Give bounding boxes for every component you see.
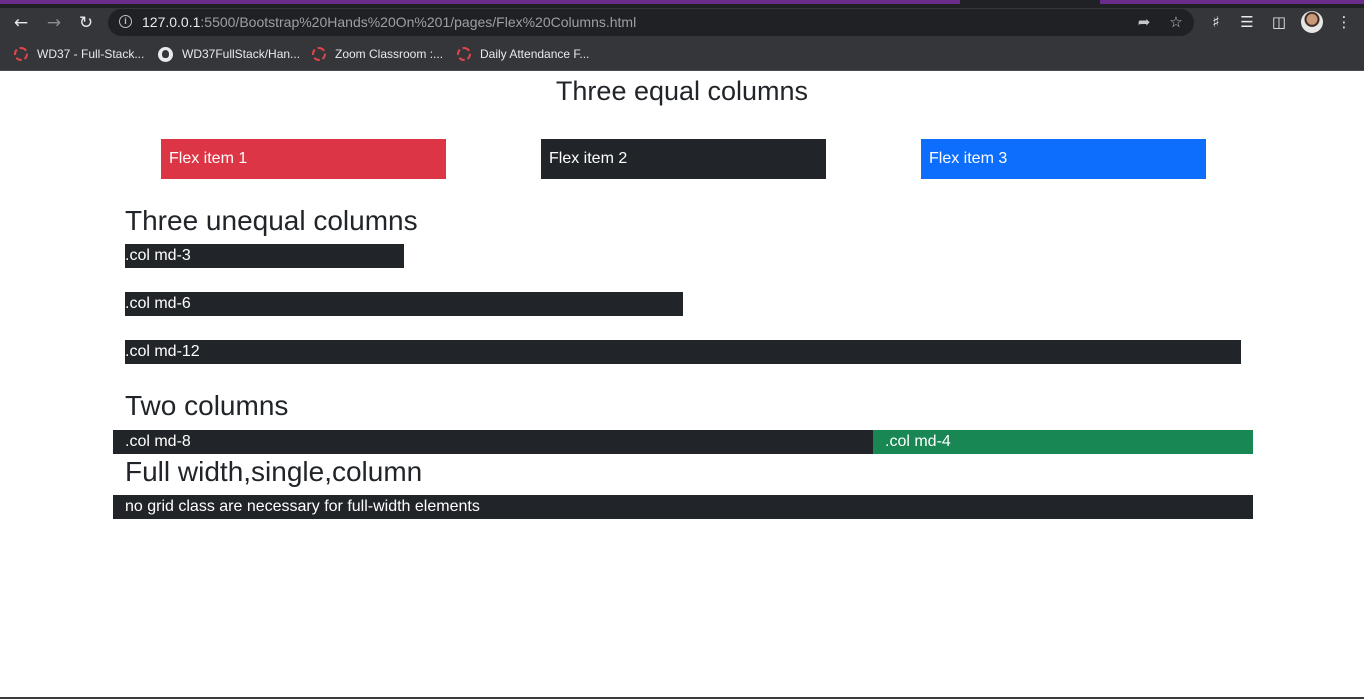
tab-strip <box>0 0 1364 8</box>
zoom-dashed-icon <box>14 47 28 61</box>
side-panel-icon[interactable]: ◫ <box>1268 11 1290 33</box>
forward-arrow-icon[interactable]: → <box>42 11 66 35</box>
url-text[interactable]: 127.0.0.1:5500/Bootstrap%20Hands%20On%20… <box>142 14 636 30</box>
full-width-bar: no grid class are necessary for full-wid… <box>113 495 1253 519</box>
github-icon <box>158 46 173 62</box>
unequal-columns-heading: Three unequal columns <box>125 205 418 236</box>
tab-accent <box>0 0 960 4</box>
flex-item-2: Flex item 2 <box>541 139 826 179</box>
page-content: Three equal columns Flex item 1 Flex ite… <box>0 71 1364 699</box>
flex-item-3: Flex item 3 <box>921 139 1206 179</box>
bookmark-item[interactable]: Daily Attendance F... <box>457 45 589 63</box>
two-columns-heading: Two columns <box>125 390 289 421</box>
extensions-puzzle-icon[interactable]: ♯ <box>1205 11 1227 33</box>
browser-toolbar: ← → ↻ i 127.0.0.1:5500/Bootstrap%20Hands… <box>0 8 1364 37</box>
profile-avatar[interactable] <box>1301 11 1323 33</box>
tab-accent-right <box>1100 0 1364 4</box>
full-width-heading: Full width,single,column <box>125 456 423 487</box>
flex-item-1: Flex item 1 <box>161 139 446 179</box>
col-md-8-bar: .col md-8 <box>113 430 873 454</box>
address-bar[interactable]: i 127.0.0.1:5500/Bootstrap%20Hands%20On%… <box>108 9 1194 36</box>
bookmarks-bar: WD37 - Full-Stack... WD37FullStack/Han..… <box>0 37 1364 71</box>
col-md-12-bar: .col md-12 <box>125 340 1241 364</box>
url-path: :5500/Bootstrap%20Hands%20On%201/pages/F… <box>200 14 637 30</box>
bookmark-label: Daily Attendance F... <box>480 47 590 61</box>
bookmark-item[interactable]: WD37 - Full-Stack... <box>14 45 144 63</box>
url-host: 127.0.0.1 <box>142 14 201 30</box>
menu-kebab-icon[interactable]: ⋮ <box>1333 11 1355 33</box>
bookmark-label: Zoom Classroom :... <box>335 47 444 61</box>
share-icon[interactable]: ➦ <box>1134 12 1154 32</box>
bookmark-star-icon[interactable]: ☆ <box>1166 12 1186 32</box>
reload-icon[interactable]: ↻ <box>74 11 98 35</box>
zoom-dashed-icon <box>312 47 326 61</box>
col-md-4-bar: .col md-4 <box>873 430 1253 454</box>
bookmark-label: WD37 - Full-Stack... <box>37 47 145 61</box>
bookmark-item[interactable]: WD37FullStack/Han... <box>158 45 300 63</box>
back-arrow-icon[interactable]: ← <box>9 11 33 35</box>
site-info-icon[interactable]: i <box>119 15 132 28</box>
col-md-3-bar: .col md-3 <box>125 244 404 268</box>
equal-columns-heading: Three equal columns <box>555 76 809 106</box>
bookmark-item[interactable]: Zoom Classroom :... <box>312 45 443 63</box>
col-md-6-bar: .col md-6 <box>125 292 683 316</box>
media-queue-icon[interactable]: ☰ <box>1236 11 1258 33</box>
bookmark-label: WD37FullStack/Han... <box>182 47 301 61</box>
zoom-dashed-icon <box>457 47 471 61</box>
